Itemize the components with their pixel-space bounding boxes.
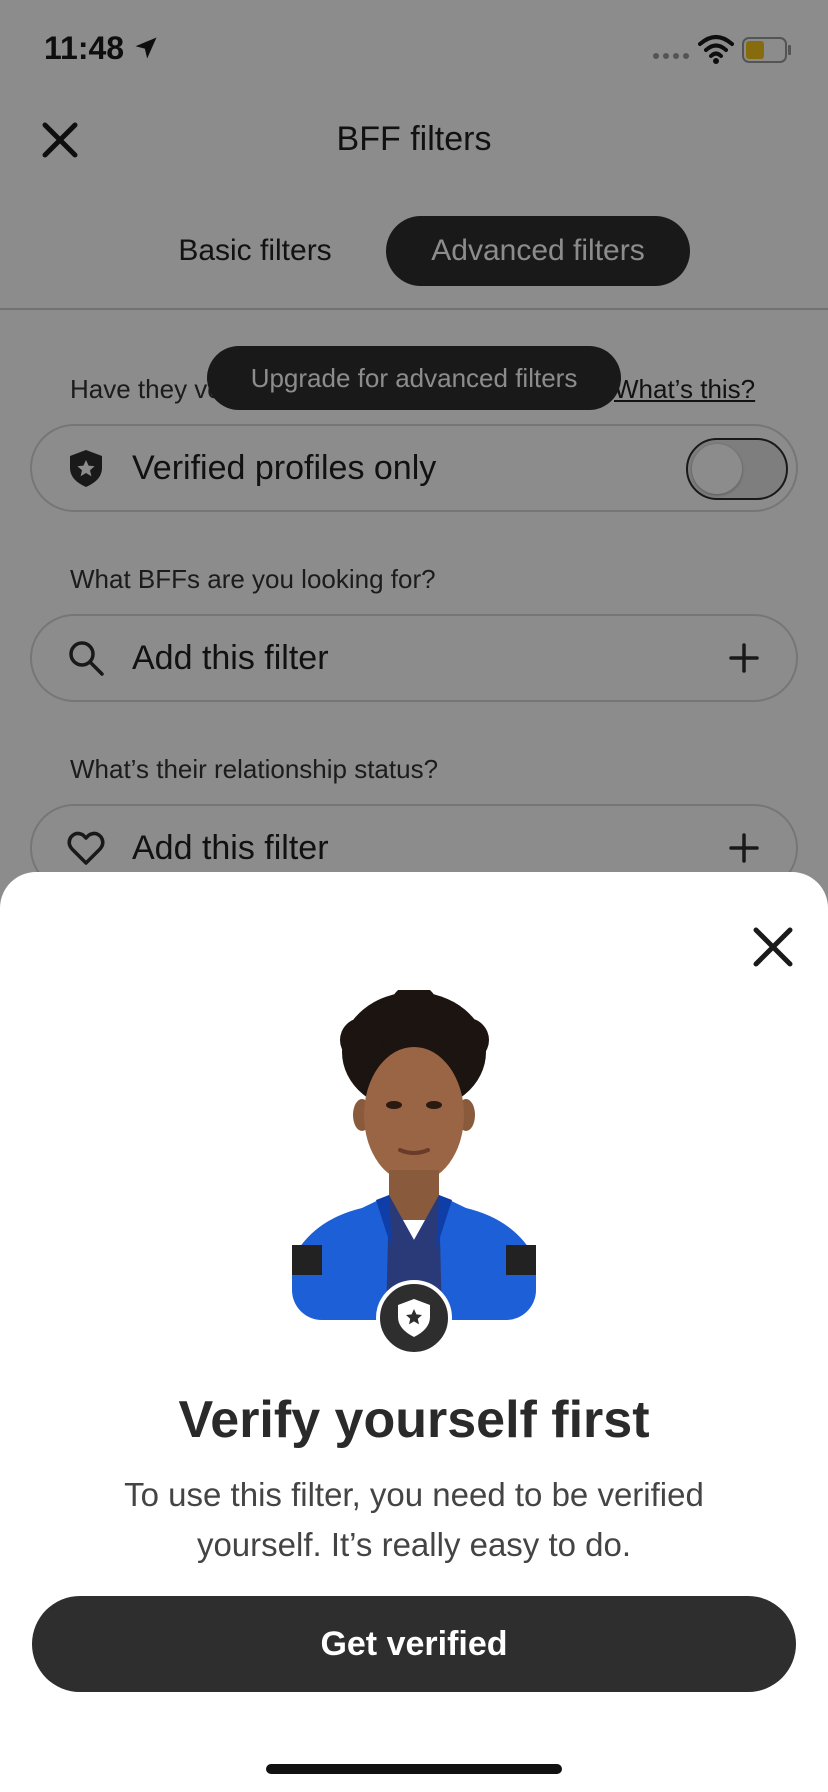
verified-badge — [376, 1280, 452, 1356]
shield-star-icon — [398, 1299, 430, 1337]
sheet-close-icon[interactable] — [750, 924, 796, 970]
bff-filters-screen: 11:48 BFF filters Basic filters Advanced… — [0, 0, 828, 1792]
home-indicator — [266, 1764, 562, 1774]
get-verified-button[interactable]: Get verified — [32, 1596, 796, 1692]
profile-photo — [292, 990, 536, 1320]
sheet-body: To use this filter, you need to be verif… — [124, 1476, 704, 1563]
sheet-title: Verify yourself first — [178, 1391, 650, 1449]
